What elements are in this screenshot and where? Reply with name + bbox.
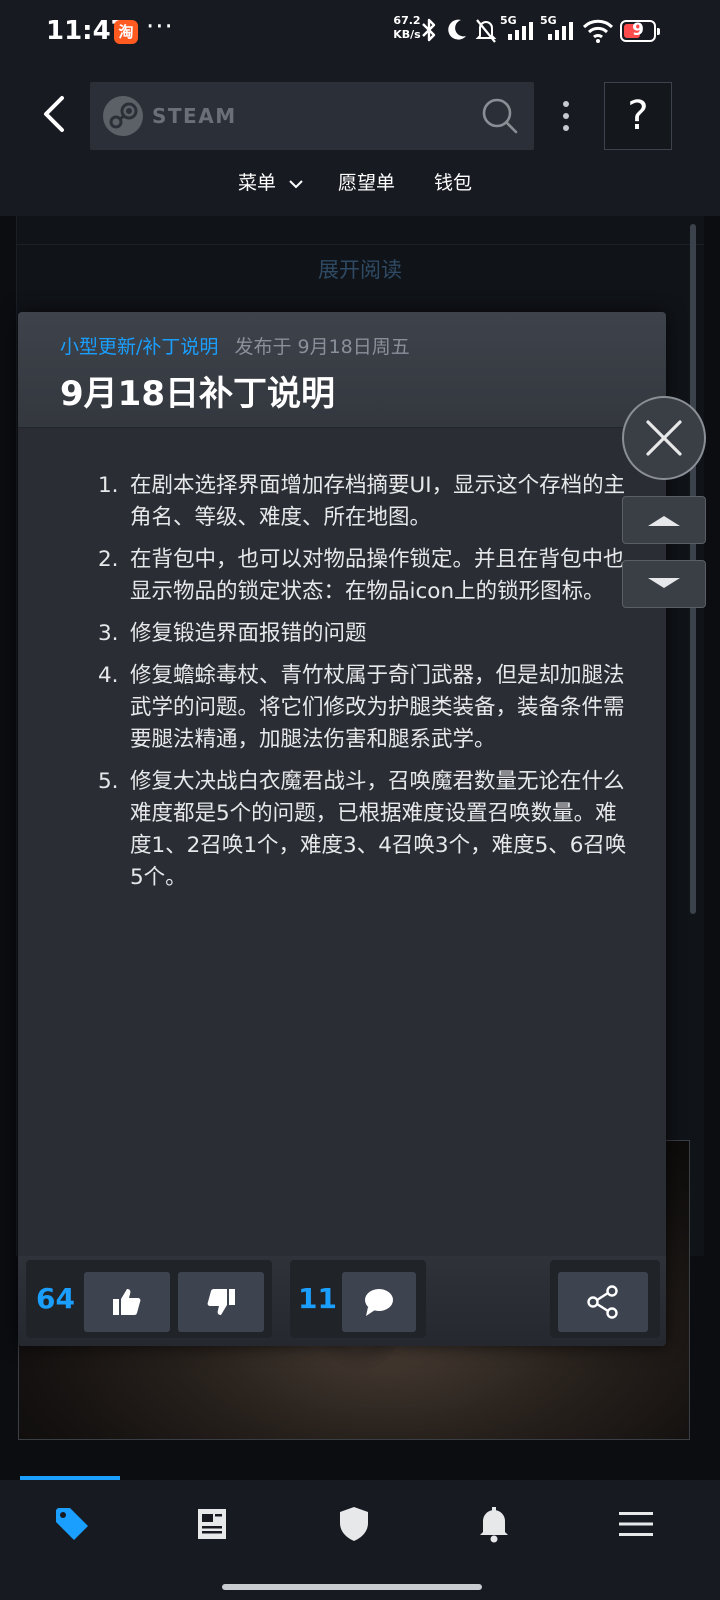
bell-icon [480, 1507, 508, 1543]
event-category-link[interactable]: 小型更新/补丁说明 [60, 336, 218, 358]
list-item-text: 修复锻造界面报错的问题 [130, 621, 367, 646]
list-item: 2. 在背包中，也可以对物品操作锁定。并且在背包中也显示物品的锁定状态：在物品ic… [98, 544, 638, 608]
divider [16, 244, 704, 245]
steam-logo-text: STEAM [152, 104, 237, 128]
nav-main-menu-tab[interactable] [606, 1494, 666, 1554]
share-button[interactable] [558, 1272, 648, 1332]
list-item: 4. 修复蟾蜍毒杖、青竹杖属于奇门武器，但是却加腿法武学的问题。将它们修改为护腿类… [98, 660, 638, 756]
news-icon [198, 1509, 226, 1539]
caret-down-icon [648, 578, 680, 588]
share-icon [587, 1285, 618, 1319]
list-item: 1. 在剧本选择界面增加存档摘要UI，显示这个存档的主角名、等级、难度、所在地图。 [98, 470, 638, 534]
nav-menu-dropdown[interactable]: 菜单 [238, 168, 304, 195]
previous-event-button[interactable] [622, 496, 706, 544]
bottom-navigation [0, 1480, 720, 1600]
search-bar[interactable]: STEAM [90, 82, 534, 150]
list-item-text: 修复大决战白衣魔君战斗，召唤魔君数量无论在什么难度都是5个的问题，已根据难度设置… [130, 769, 627, 890]
caret-up-icon [648, 516, 680, 526]
event-published-date: 发布于 9月18日周五 [234, 336, 410, 358]
nav-steam-guard-tab[interactable] [324, 1494, 384, 1554]
comment-group: 11 [290, 1260, 426, 1338]
list-item: 3. 修复锻造界面报错的问题 [98, 618, 638, 650]
battery-level: 9 [632, 20, 644, 40]
list-item-number: 4. [98, 663, 119, 688]
comment-icon [365, 1289, 393, 1316]
bluetooth-icon [422, 18, 436, 42]
back-arrow-icon[interactable] [34, 92, 78, 136]
menu-icon [619, 1512, 653, 1536]
thumbs-down-button[interactable] [178, 1272, 264, 1332]
next-event-button[interactable] [622, 560, 706, 608]
signal-icon [508, 22, 533, 40]
shield-icon [340, 1507, 368, 1541]
share-group [550, 1260, 660, 1338]
status-bar: 11:47 淘 ··· 67.2 KB/s 5G 5G 9 [0, 0, 720, 64]
wifi-icon [582, 19, 614, 43]
nav-store-tab[interactable] [42, 1494, 102, 1554]
nav-news-tab[interactable] [182, 1494, 242, 1554]
nav-menu-label: 菜单 [238, 172, 277, 194]
comment-count: 11 [298, 1282, 337, 1315]
modal-footer: 64 11 [18, 1256, 666, 1346]
thumbs-up-icon [113, 1289, 141, 1315]
comment-button[interactable] [342, 1272, 416, 1332]
thumbs-down-icon [207, 1289, 235, 1315]
list-item-text: 在剧本选择界面增加存档摘要UI，显示这个存档的主角名、等级、难度、所在地图。 [130, 473, 626, 530]
steam-logo-icon [103, 96, 143, 136]
expand-read-link[interactable]: 展开阅读 [0, 254, 720, 284]
home-indicator[interactable] [222, 1584, 482, 1590]
steam-header: STEAM ? 菜单 愿望单 钱包 [0, 64, 720, 216]
nav-wallet[interactable]: 钱包 [434, 168, 472, 195]
patch-notes-modal: 小型更新/补丁说明 发布于 9月18日周五 9月18日补丁说明 1. 在剧本选择界… [18, 312, 666, 1346]
moon-icon [448, 19, 466, 40]
thumbs-up-button[interactable] [84, 1272, 170, 1332]
help-button[interactable]: ? [604, 82, 672, 150]
chevron-down-icon [289, 179, 303, 188]
tag-icon [56, 1508, 88, 1540]
mute-bell-icon [475, 19, 497, 43]
modal-header: 小型更新/补丁说明 发布于 9月18日周五 9月18日补丁说明 [18, 312, 666, 428]
close-modal-button[interactable] [622, 396, 706, 480]
close-icon [646, 420, 682, 456]
event-meta: 小型更新/补丁说明 发布于 9月18日周五 [60, 332, 410, 359]
nav-notifications-tab[interactable] [464, 1494, 524, 1554]
list-item-number: 1. [98, 473, 119, 498]
upvote-count: 64 [36, 1282, 75, 1315]
modal-title: 9月18日补丁说明 [60, 374, 335, 414]
list-item: 5. 修复大决战白衣魔君战斗，召唤魔君数量无论在什么难度都是5个的问题，已根据难度… [98, 766, 638, 894]
header-nav: 菜单 愿望单 钱包 [0, 168, 720, 204]
nav-wishlist[interactable]: 愿望单 [338, 168, 395, 195]
more-options-icon[interactable] [554, 94, 578, 138]
battery-icon: 9 [620, 20, 660, 42]
patch-notes-list: 1. 在剧本选择界面增加存档摘要UI，显示这个存档的主角名、等级、难度、所在地图。… [98, 470, 638, 904]
list-item-text: 在背包中，也可以对物品操作锁定。并且在背包中也显示物品的锁定状态：在物品icon… [130, 547, 625, 604]
list-item-number: 2. [98, 547, 119, 572]
list-item-number: 5. [98, 769, 119, 794]
search-icon[interactable] [480, 96, 520, 136]
screen: 11:47 淘 ··· 67.2 KB/s 5G 5G 9 STEAM ? 菜单… [0, 0, 720, 1600]
list-item-text: 修复蟾蜍毒杖、青竹杖属于奇门武器，但是却加腿法武学的问题。将它们修改为护腿类装备… [130, 663, 625, 752]
more-notifications-icon: ··· [146, 12, 174, 42]
signal-icon [548, 22, 573, 40]
taobao-app-icon: 淘 [114, 20, 138, 44]
vote-group: 64 [26, 1260, 272, 1338]
list-item-number: 3. [98, 621, 119, 646]
